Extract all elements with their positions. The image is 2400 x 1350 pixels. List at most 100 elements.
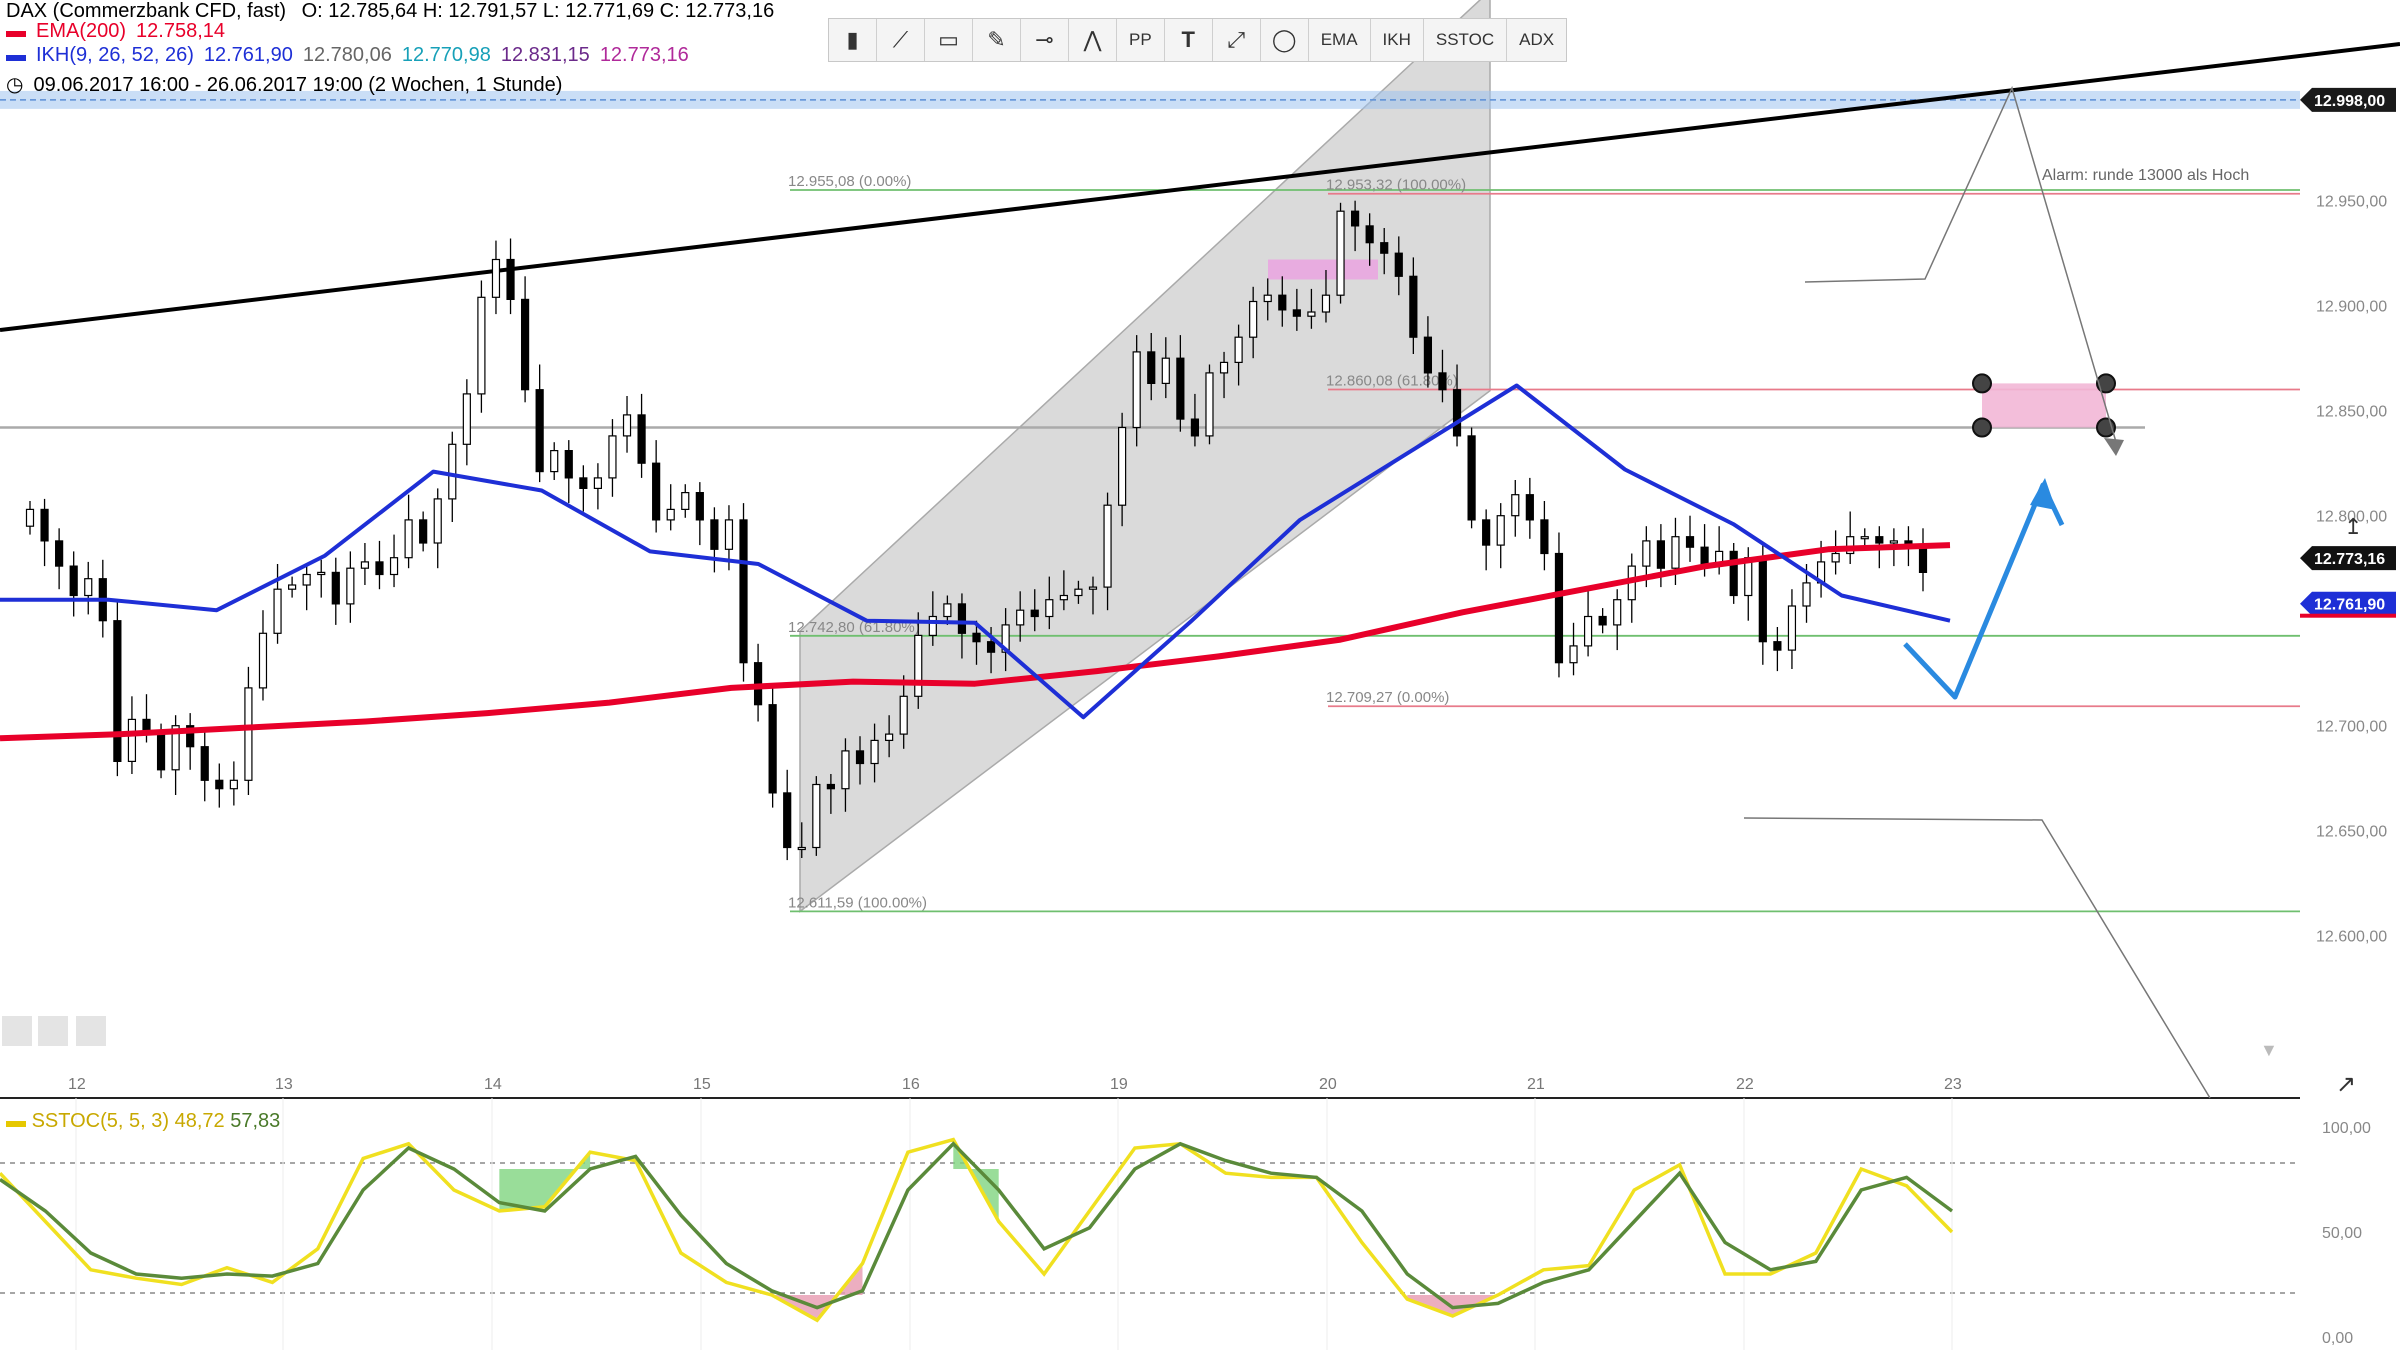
path-icon[interactable]: ⋀ [1069, 19, 1117, 61]
ikh-value-3: 12.770,98 [401, 44, 491, 66]
ema-label: EMA(200) [36, 20, 127, 42]
candle [666, 508, 675, 521]
candle [1365, 225, 1374, 244]
x-tick-label: 22 [1736, 1076, 1754, 1093]
candle [797, 846, 806, 851]
candle [695, 492, 704, 521]
candle [1554, 552, 1564, 664]
zone-handle-0[interactable] [1972, 373, 1992, 394]
x-tick-label: 21 [1527, 1076, 1545, 1093]
candle [69, 565, 78, 597]
candle [564, 450, 573, 479]
candle [25, 508, 35, 527]
trend-tool-icon[interactable]: ⟋ [877, 19, 925, 61]
y-tick-label: 12.850,00 [2316, 404, 2387, 421]
candle [1452, 389, 1462, 437]
candle [899, 695, 908, 735]
x-tick-label: 14 [484, 1076, 502, 1093]
candle [1831, 552, 1840, 563]
alarm-label: Alarm: runde 13000 als Hoch [2042, 167, 2249, 184]
candle [1059, 594, 1068, 601]
candle [593, 477, 603, 489]
candle [914, 634, 923, 697]
stoch-tick-label: 50,00 [2322, 1225, 2362, 1242]
ellipse-icon[interactable]: ◯ [1261, 19, 1309, 61]
projection-line-down [1743, 817, 2211, 1099]
pp-button[interactable]: PP [1117, 19, 1165, 61]
stoch-oversold-1 [771, 1263, 863, 1321]
candle [375, 561, 384, 576]
ikh-value-1: 12.761,90 [203, 44, 293, 66]
nav-left-icon[interactable] [2, 1016, 32, 1046]
adx-button[interactable]: ADX [1507, 19, 1566, 61]
candle [1729, 550, 1738, 597]
nav-menu-icon[interactable] [76, 1016, 106, 1046]
ikh-value-5: 12.773,16 [599, 44, 689, 66]
y-tick-label: 12.900,00 [2316, 299, 2387, 316]
alarm-price-badge: 12.998,00 [2314, 93, 2385, 110]
ikh-legend: ▬ IKH(9, 26, 52, 26) 12.761,90 12.780,06 12.… [6, 44, 699, 67]
brush-icon[interactable]: ✎ [973, 19, 1021, 61]
candle [1540, 519, 1549, 555]
candle [710, 519, 719, 550]
trend-channel [799, 0, 1491, 913]
bookmark-icon[interactable]: ▮ [829, 19, 877, 61]
zone-handle-1[interactable] [2096, 373, 2116, 394]
last-price-badge: 12.773,16 [2314, 551, 2385, 568]
scale-up-icon: ↥ [2344, 514, 2362, 539]
sstoc-button[interactable]: SSTOC [1424, 19, 1508, 61]
candle [1205, 372, 1214, 437]
rectangle-icon[interactable]: ▭ [925, 19, 973, 61]
candle [448, 443, 457, 500]
candle [258, 632, 268, 689]
candle [812, 783, 821, 849]
ema-badge-strip [2300, 613, 2396, 618]
ikh-price-badge: 12.761,90 [2314, 597, 2385, 614]
candle [1875, 536, 1884, 544]
text-tool-button[interactable]: T [1165, 19, 1213, 61]
candle [986, 641, 996, 653]
pink-zone-top [1268, 259, 1378, 280]
candle [608, 435, 617, 479]
candle [1787, 605, 1797, 651]
ikh-label: IKH(9, 26, 52, 26) [36, 44, 194, 66]
sstoc-k-value: 48,72 [174, 1110, 225, 1132]
candle [1380, 242, 1389, 254]
price-chart[interactable]: 12.955,08 (0.00%)12.742,80 (61.80%)12.61… [0, 0, 2400, 1350]
candle [1569, 645, 1578, 664]
sstoc-icon: ▬ [6, 1110, 26, 1132]
x-tick-label: 12 [68, 1076, 86, 1093]
candle [622, 414, 632, 437]
x-tick-label: 16 [902, 1076, 920, 1093]
candle [40, 508, 49, 542]
fib-line-709-label: 12.709,27 (0.00%) [1326, 689, 1449, 706]
ema-button[interactable]: EMA [1309, 19, 1371, 61]
candle [127, 718, 137, 763]
candle [331, 571, 340, 605]
candle [346, 567, 355, 605]
candle [579, 477, 588, 489]
fib-line-611-label: 12.611,59 (100.00%) [788, 894, 927, 911]
y-tick-label: 12.950,00 [2316, 194, 2387, 211]
ikh-icon: ▬ [6, 44, 26, 66]
candle [1321, 294, 1331, 313]
horizontal-line-icon[interactable]: ⊸ [1021, 19, 1069, 61]
candle [1118, 426, 1127, 506]
zone-handle-2[interactable] [1972, 417, 1992, 438]
scroll-down-icon: ▼ [2260, 1040, 2278, 1060]
candle [1045, 599, 1054, 618]
candle [1802, 582, 1811, 607]
line-tool-icon[interactable]: ⤢ [1213, 19, 1261, 61]
candle [1394, 252, 1403, 277]
ikh-button[interactable]: IKH [1371, 19, 1424, 61]
ohlc-values: O: 12.785,64 H: 12.791,57 L: 12.771,69 C… [301, 0, 775, 22]
candle [1249, 300, 1258, 338]
candle [229, 779, 238, 790]
nav-download-icon[interactable] [38, 1016, 68, 1046]
candle [535, 389, 544, 473]
ema-icon: ▬ [6, 20, 26, 42]
candle [462, 393, 471, 445]
candle [419, 519, 428, 544]
y-tick-label: 12.650,00 [2316, 824, 2387, 841]
y-tick-label: 12.700,00 [2316, 719, 2387, 736]
